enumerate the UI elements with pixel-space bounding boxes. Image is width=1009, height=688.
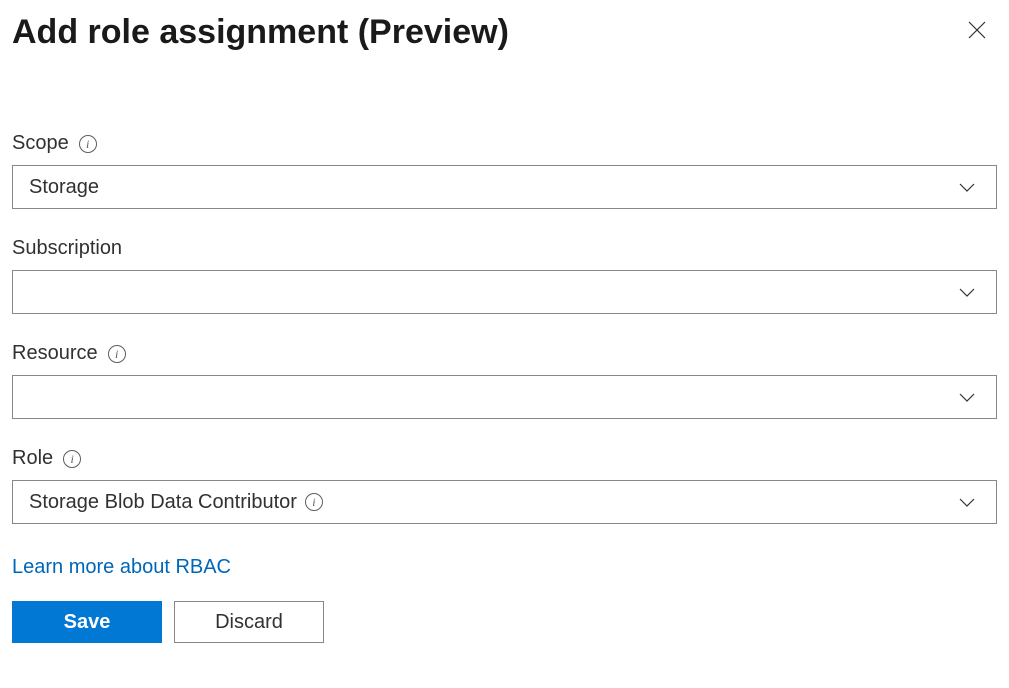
panel-header: Add role assignment (Preview)	[12, 12, 997, 52]
role-value-text: Storage Blob Data Contributor	[29, 491, 297, 514]
label-text-resource: Resource	[12, 342, 98, 365]
save-button[interactable]: Save	[12, 601, 162, 643]
resource-dropdown[interactable]	[12, 375, 997, 419]
info-icon[interactable]: i	[305, 493, 323, 511]
label-text-scope: Scope	[12, 132, 69, 155]
label-text-subscription: Subscription	[12, 237, 122, 260]
info-icon[interactable]: i	[63, 450, 81, 468]
role-dropdown-value: Storage Blob Data Contributor i	[29, 491, 323, 514]
chevron-down-icon	[954, 489, 980, 515]
field-scope: Scope i Storage	[12, 132, 997, 209]
info-icon[interactable]: i	[108, 345, 126, 363]
panel-title: Add role assignment (Preview)	[12, 13, 509, 52]
role-dropdown[interactable]: Storage Blob Data Contributor i	[12, 480, 997, 524]
field-label-resource: Resource i	[12, 342, 997, 365]
close-icon	[967, 20, 987, 45]
chevron-down-icon	[954, 384, 980, 410]
field-role: Role i Storage Blob Data Contributor i	[12, 447, 997, 524]
action-bar: Save Discard	[12, 601, 997, 643]
scope-dropdown-value: Storage	[29, 176, 99, 199]
close-button[interactable]	[957, 12, 997, 52]
subscription-dropdown[interactable]	[12, 270, 997, 314]
scope-dropdown[interactable]: Storage	[12, 165, 997, 209]
discard-button[interactable]: Discard	[174, 601, 324, 643]
field-resource: Resource i	[12, 342, 997, 419]
info-icon[interactable]: i	[79, 135, 97, 153]
chevron-down-icon	[954, 174, 980, 200]
field-label-role: Role i	[12, 447, 997, 470]
learn-more-link[interactable]: Learn more about RBAC	[12, 556, 231, 579]
field-label-subscription: Subscription	[12, 237, 997, 260]
field-subscription: Subscription	[12, 237, 997, 314]
chevron-down-icon	[954, 279, 980, 305]
label-text-role: Role	[12, 447, 53, 470]
field-label-scope: Scope i	[12, 132, 997, 155]
